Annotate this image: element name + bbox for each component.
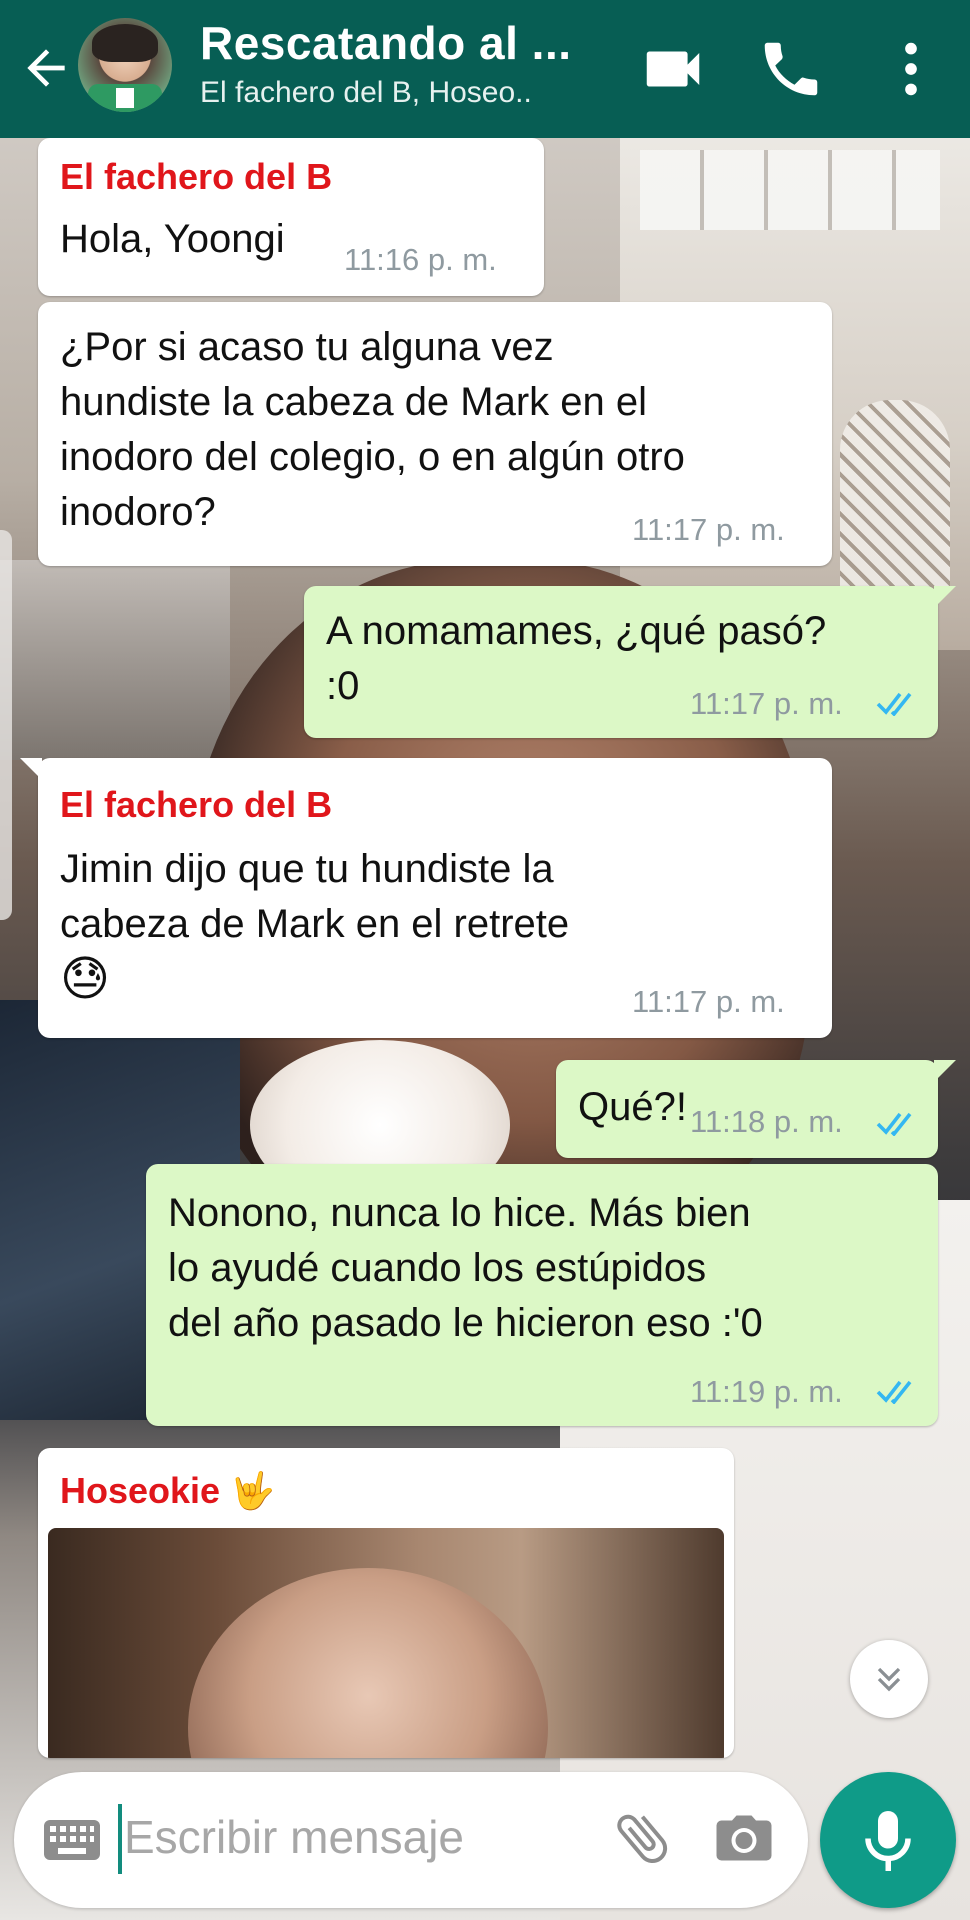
message-time: 11:16 p. m. — [344, 242, 497, 277]
phone-icon[interactable] — [756, 34, 826, 104]
message-text-line: Nonono, nunca lo hice. Más bien — [168, 1191, 751, 1235]
message-outgoing[interactable]: Qué?! 11:18 p. m. — [556, 1060, 956, 1158]
double-check-icon — [876, 1380, 912, 1404]
message-input-bar: Escribir mensaje — [14, 1772, 808, 1908]
message-text-line: :0 — [326, 664, 360, 708]
camera-icon[interactable] — [714, 1810, 774, 1866]
message-text-line: Jimin dijo que tu hundiste la — [60, 847, 554, 891]
emoji-sweat: 😓 — [60, 953, 111, 1006]
message-text-line: cabeza de Mark en el retrete — [60, 902, 570, 946]
message-time: 11:17 p. m. — [690, 686, 843, 721]
scroll-to-bottom-button[interactable] — [850, 1640, 928, 1718]
text-cursor — [118, 1804, 122, 1874]
message-time: 11:18 p. m. — [690, 1104, 843, 1139]
message-text-line: inodoro del colegio, o en algún otro — [60, 435, 685, 479]
message-incoming[interactable]: El fachero del B Jimin dijo que tu hundi… — [20, 758, 832, 1038]
message-outgoing[interactable]: A nomamames, ¿qué pasó? :0 11:17 p. m. — [304, 586, 956, 738]
attach-icon[interactable] — [610, 1806, 674, 1870]
message-time: 11:19 p. m. — [690, 1374, 843, 1409]
more-vert-icon[interactable] — [876, 34, 946, 104]
voice-record-button[interactable] — [820, 1772, 956, 1908]
message-sender: El fachero del B — [60, 784, 333, 825]
chat-header: Rescatando al ... El fachero del B, Hose… — [0, 0, 970, 138]
shared-photo[interactable] — [48, 1528, 724, 1758]
side-edge — [0, 530, 12, 920]
message-incoming[interactable]: ¿Por si acaso tu alguna vez hundiste la … — [38, 302, 832, 566]
message-text-line: del año pasado le hicieron eso :'0 — [168, 1301, 763, 1345]
video-call-icon[interactable] — [638, 34, 708, 104]
back-arrow-icon[interactable] — [18, 40, 74, 96]
scroll-down-icon — [877, 1667, 901, 1692]
message-text-line: A nomamames, ¿qué pasó? — [326, 609, 827, 653]
chat-participants[interactable]: El fachero del B, Hoseo.. — [200, 76, 532, 110]
double-check-icon — [876, 692, 912, 716]
message-input[interactable]: Escribir mensaje — [124, 1810, 464, 1864]
message-text-line: ¿Por si acaso tu alguna vez — [60, 325, 554, 369]
message-sender: El fachero del B — [60, 156, 333, 197]
keyboard-icon[interactable] — [44, 1820, 100, 1860]
message-time: 11:17 p. m. — [632, 512, 785, 547]
message-text: Hola, Yoongi — [60, 217, 285, 261]
chat-title[interactable]: Rescatando al ... — [200, 16, 572, 70]
message-text-line: lo ayudé cuando los estúpidos — [168, 1246, 707, 1290]
message-text-line: inodoro? — [60, 490, 216, 534]
message-text-line: hundiste la cabeza de Mark en el — [60, 380, 648, 424]
message-sender: Hoseokie 🤟 — [60, 1470, 275, 1511]
group-avatar[interactable] — [78, 18, 172, 112]
message-text: Qué?! — [578, 1085, 687, 1129]
double-check-icon — [876, 1112, 912, 1136]
message-incoming[interactable]: El fachero del B Hola, Yoongi 11:16 p. m… — [38, 138, 544, 296]
mic-icon — [865, 1811, 911, 1871]
message-outgoing[interactable]: Nonono, nunca lo hice. Más bien lo ayudé… — [146, 1164, 938, 1426]
message-incoming-image[interactable]: Hoseokie 🤟 — [38, 1448, 734, 1758]
message-time: 11:17 p. m. — [632, 984, 785, 1019]
